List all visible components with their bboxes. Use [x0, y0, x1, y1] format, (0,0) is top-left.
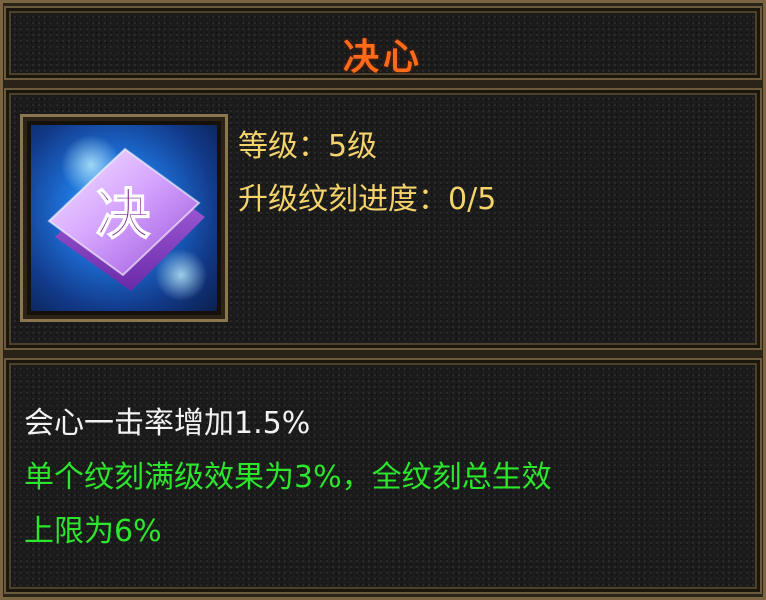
skill-level: 等级：5级	[238, 129, 378, 164]
effect-text: 会心一击率增加1.5%	[24, 406, 311, 441]
title-bar: 决心	[4, 6, 762, 80]
skill-title: 决心	[342, 36, 423, 78]
rune-stone-graphic: 决	[47, 135, 207, 301]
skill-info-panel: 决 等级：5级 升级纹刻进度：0/5	[4, 88, 762, 350]
tooltip-window: 决心 决 等级：5级 升级纹刻进度：0/5 会心一击率增加1.5% 单个纹刻满级…	[0, 0, 766, 600]
rune-glyph: 决	[96, 182, 150, 246]
rune-stone-icon: 决	[31, 125, 217, 311]
note-line-1: 单个纹刻满级效果为3%，全纹刻总生效	[24, 460, 552, 495]
skill-description-panel: 会心一击率增加1.5% 单个纹刻满级效果为3%，全纹刻总生效 上限为6%	[4, 358, 762, 594]
note-line-2: 上限为6%	[24, 514, 162, 549]
skill-icon-frame: 决	[20, 114, 228, 322]
upgrade-progress: 升级纹刻进度：0/5	[238, 182, 497, 217]
